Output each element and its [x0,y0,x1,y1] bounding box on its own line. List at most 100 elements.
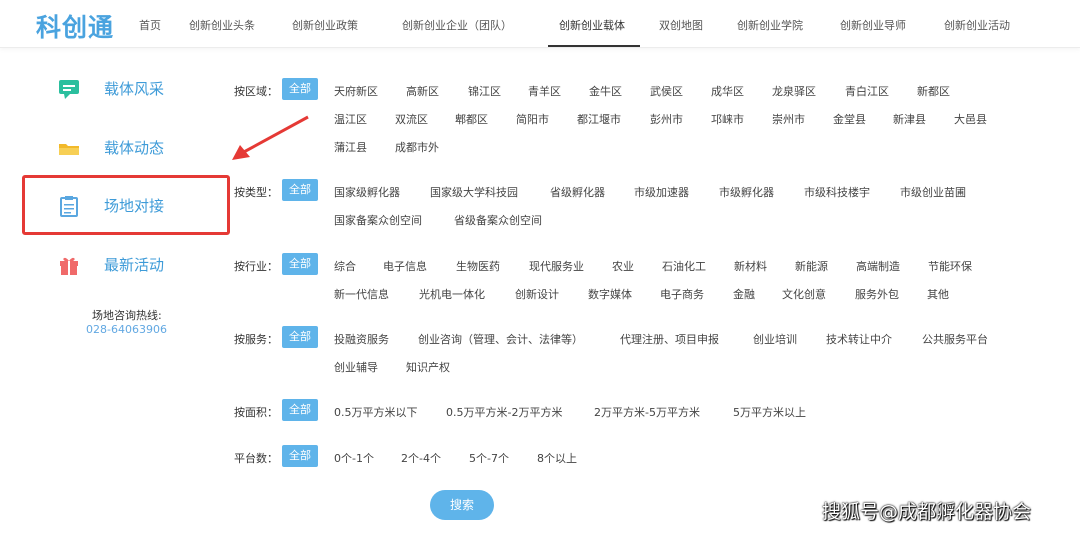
nav-item[interactable]: 创新创业载体 [559,17,625,33]
filter-option[interactable]: 市级科技楼宇 [804,184,870,200]
filter-all-button[interactable]: 全部 [282,78,318,100]
filter-option[interactable]: 石油化工 [662,258,706,274]
filter-option[interactable]: 公共服务平台 [922,331,988,347]
filter-option[interactable]: 节能环保 [928,258,972,274]
filter-option[interactable]: 5个-7个 [469,450,509,466]
filter-option[interactable]: 其他 [927,286,949,302]
sidebar-item-label: 载体动态 [104,139,165,157]
filter-option[interactable]: 创业咨询（管理、会计、法律等） [418,331,583,347]
filter-label: 按行业： [234,260,278,273]
filter-option[interactable]: 省级孵化器 [550,184,605,200]
filter-option[interactable]: 文化创意 [782,286,826,302]
filter-option[interactable]: 市级创业苗圃 [900,184,966,200]
nav-item[interactable]: 创新创业导师 [840,17,906,33]
filter-option[interactable]: 知识产权 [406,359,450,375]
filter-option[interactable]: 青白江区 [845,83,889,99]
filter-option[interactable]: 大邑县 [954,111,987,127]
filter-option[interactable]: 新能源 [795,258,828,274]
filter-option[interactable]: 崇州市 [772,111,805,127]
nav-item[interactable]: 创新创业头条 [189,17,255,33]
filter-option[interactable]: 电子商务 [660,286,704,302]
filter-option[interactable]: 创业培训 [753,331,797,347]
filter-option[interactable]: 郫都区 [455,111,488,127]
filter-option[interactable]: 数字媒体 [588,286,632,302]
filter-option[interactable]: 简阳市 [516,111,549,127]
filter-option[interactable]: 5万平方米以上 [733,404,806,420]
filter-option[interactable]: 光机电一体化 [419,286,485,302]
filter-all-button[interactable]: 全部 [282,253,318,275]
filter-option[interactable]: 蒲江县 [334,139,367,155]
filter-option[interactable]: 金牛区 [589,83,622,99]
filter-option[interactable]: 温江区 [334,111,367,127]
filter-option[interactable]: 都江堰市 [577,111,621,127]
filter-option[interactable]: 8个以上 [537,450,577,466]
filter-option[interactable]: 投融资服务 [334,331,389,347]
site-logo[interactable]: 科创通 [36,8,114,44]
filter-option[interactable]: 国家备案众创空间 [334,212,422,228]
filter-option[interactable]: 国家级孵化器 [334,184,400,200]
sidebar-item[interactable]: 最新活动 [22,234,230,294]
sidebar-item-label: 场地对接 [104,197,165,215]
filter-option[interactable]: 0.5万平方米以下 [334,404,418,420]
filter-option[interactable]: 龙泉驿区 [772,83,816,99]
nav-item[interactable]: 创新创业活动 [944,17,1010,33]
filter-option[interactable]: 成华区 [711,83,744,99]
nav-item[interactable]: 首页 [139,17,161,33]
filter-option[interactable]: 武侯区 [650,83,683,99]
nav-item[interactable]: 创新创业企业（团队） [402,17,512,33]
filter-option[interactable]: 双流区 [395,111,428,127]
sidebar-item[interactable]: 载体动态 [22,117,230,177]
filter-option[interactable]: 高新区 [406,83,439,99]
filter-option[interactable]: 成都市外 [395,139,439,155]
sidebar-item-label: 最新活动 [104,256,165,274]
filter-label: 按面积： [234,406,278,419]
filter-option[interactable]: 新材料 [734,258,767,274]
nav-item[interactable]: 双创地图 [659,17,703,33]
filter-option[interactable]: 邛崃市 [711,111,744,127]
filter-option[interactable]: 创业辅导 [334,359,378,375]
filter-option[interactable]: 0个-1个 [334,450,374,466]
filter-option[interactable]: 彭州市 [650,111,683,127]
filter-option[interactable]: 0.5万平方米-2万平方米 [446,404,562,420]
filter-option[interactable]: 创新设计 [515,286,559,302]
filter-option[interactable]: 新都区 [917,83,950,99]
filter-option[interactable]: 综合 [334,258,356,274]
filter-all-button[interactable]: 全部 [282,179,318,201]
filter-option[interactable]: 技术转让中介 [826,331,892,347]
filter-option[interactable]: 电子信息 [383,258,427,274]
filter-option[interactable]: 2万平方米-5万平方米 [594,404,700,420]
filter-option[interactable]: 国家级大学科技园 [430,184,518,200]
filter-label: 平台数： [234,452,278,465]
filter-option[interactable]: 市级孵化器 [719,184,774,200]
filter-option[interactable]: 代理注册、项目申报 [620,331,719,347]
filter-option[interactable]: 金融 [733,286,755,302]
filter-option[interactable]: 新一代信息 [334,286,389,302]
folder-icon [58,137,80,159]
filter-option[interactable]: 新津县 [893,111,926,127]
filter-option[interactable]: 市级加速器 [634,184,689,200]
filter-option[interactable]: 青羊区 [528,83,561,99]
filter-option[interactable]: 生物医药 [456,258,500,274]
filter-option[interactable]: 服务外包 [855,286,899,302]
filter-option[interactable]: 锦江区 [468,83,501,99]
search-button[interactable]: 搜索 [430,490,494,520]
top-navigation: 科创通 首页 创新创业头条 创新创业政策 创新创业企业（团队） 创新创业载体 双创地图 创新… [0,0,1080,48]
filter-all-button[interactable]: 全部 [282,445,318,467]
filter-all-button[interactable]: 全部 [282,399,318,421]
gift-icon [58,254,80,276]
nav-item[interactable]: 创新创业政策 [292,17,358,33]
sidebar-item[interactable]: 载体风采 [22,58,230,118]
hotline-title: 场地咨询热线: [92,309,162,322]
filter-option[interactable]: 2个-4个 [401,450,441,466]
hotline-number[interactable]: 028-64063906 [86,323,167,336]
filter-label: 按服务： [234,333,278,346]
filter-option[interactable]: 省级备案众创空间 [454,212,542,228]
sidebar-item[interactable]: 场地对接 [22,175,230,235]
filter-option[interactable]: 农业 [612,258,634,274]
filter-option[interactable]: 金堂县 [833,111,866,127]
nav-item[interactable]: 创新创业学院 [737,17,803,33]
filter-option[interactable]: 高端制造 [856,258,900,274]
filter-all-button[interactable]: 全部 [282,326,318,348]
filter-option[interactable]: 现代服务业 [529,258,584,274]
filter-option[interactable]: 天府新区 [334,83,378,99]
